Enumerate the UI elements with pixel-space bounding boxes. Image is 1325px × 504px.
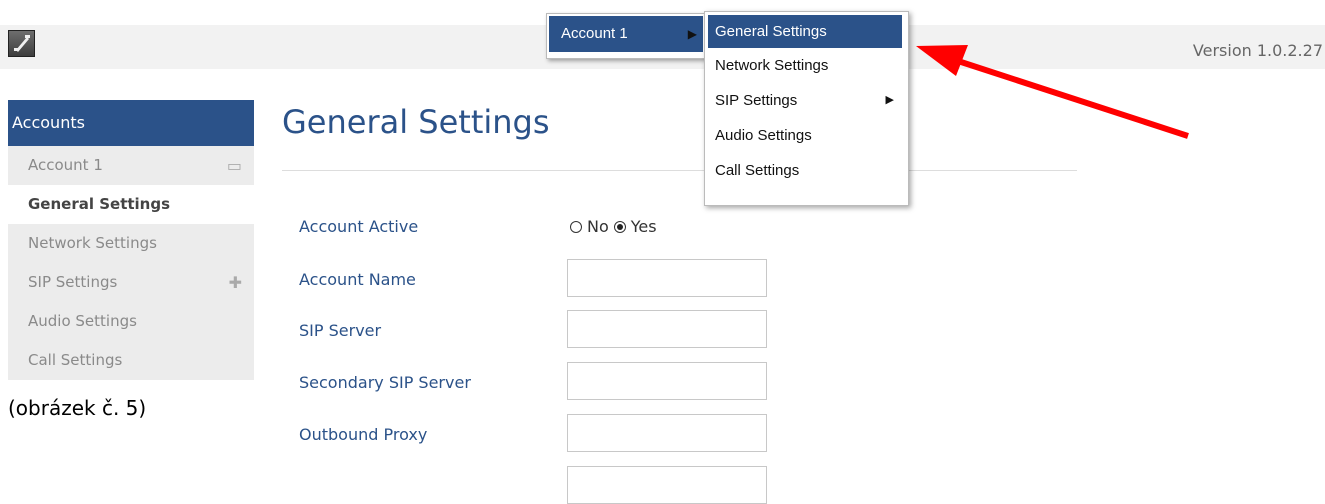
annotation-arrow-icon: [916, 45, 1189, 139]
